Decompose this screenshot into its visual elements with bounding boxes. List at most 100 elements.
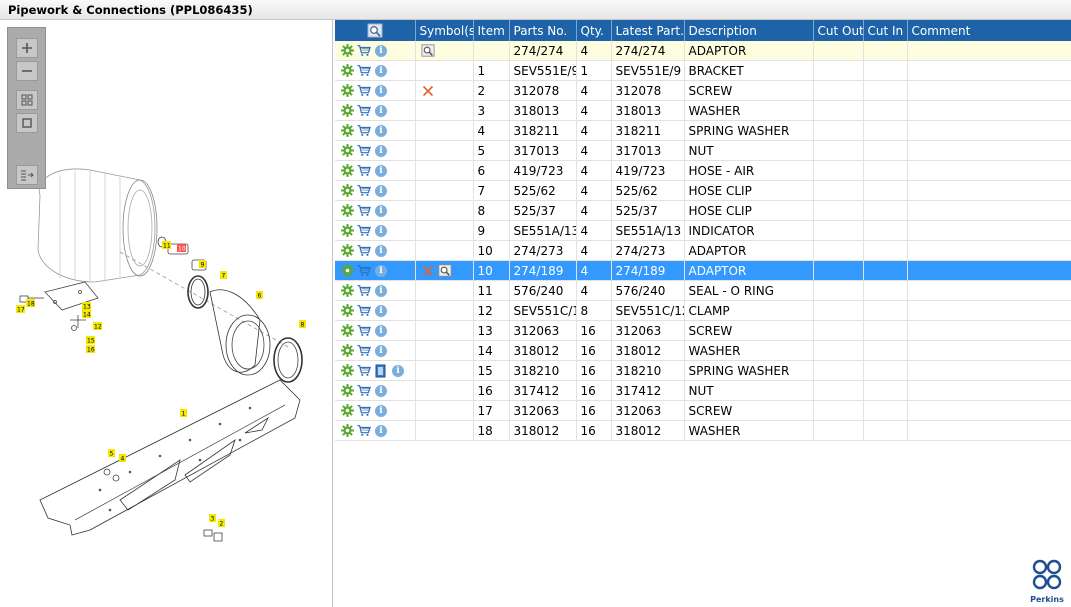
gear-icon[interactable] [340,384,354,398]
shopping-cart-icon[interactable] [357,64,371,78]
gear-icon[interactable] [340,364,354,378]
info-icon[interactable]: i [374,404,388,418]
info-icon[interactable]: i [374,264,388,278]
gear-icon[interactable] [340,84,354,98]
shopping-cart-icon[interactable] [357,344,371,358]
shopping-cart-icon[interactable] [357,364,371,378]
info-icon[interactable]: i [374,324,388,338]
gear-icon[interactable] [340,224,354,238]
gear-icon[interactable] [340,344,354,358]
actual-size-icon[interactable] [16,113,38,133]
table-row[interactable]: i 13 312063 16 312063 SCREW [335,320,1071,341]
table-row[interactable]: i 15 318210 16 318210 SPRING WASHER [335,360,1071,381]
shopping-cart-icon[interactable] [357,124,371,138]
callout-17[interactable]: 17 [16,305,25,314]
cut-out-column-header[interactable]: Cut Out [813,20,864,41]
gear-icon[interactable] [340,64,354,78]
table-row[interactable]: i 3 318013 4 318013 WASHER [335,100,1071,121]
table-row[interactable]: i 8 525/37 4 525/37 HOSE CLIP [335,200,1071,221]
shopping-cart-icon[interactable] [357,224,371,238]
comment-column-header[interactable]: Comment [907,20,1071,41]
shopping-cart-icon[interactable] [357,244,371,258]
fit-page-icon[interactable] [16,90,38,110]
info-icon[interactable]: i [374,304,388,318]
gear-icon[interactable] [340,244,354,258]
table-row[interactable]: i 6 419/723 4 419/723 HOSE - AIR [335,160,1071,181]
shopping-cart-icon[interactable] [357,264,371,278]
table-row[interactable]: i 4 318211 4 318211 SPRING WASHER [335,120,1071,141]
actions-column-header[interactable] [335,20,416,41]
zoom-out-icon[interactable] [16,61,38,81]
callout-5[interactable]: 5 [108,449,115,458]
info-icon[interactable]: i [374,64,388,78]
callout-7[interactable]: 7 [220,271,227,280]
info-icon[interactable]: i [374,244,388,258]
callout-12[interactable]: 12 [93,322,102,331]
shopping-cart-icon[interactable] [357,384,371,398]
info-icon[interactable]: i [374,124,388,138]
shopping-cart-icon[interactable] [357,144,371,158]
info-icon[interactable]: i [374,344,388,358]
document-icon[interactable] [374,364,388,378]
gear-icon[interactable] [340,304,354,318]
callout-8[interactable]: 8 [299,320,306,329]
shopping-cart-icon[interactable] [357,164,371,178]
info-icon[interactable]: i [374,144,388,158]
gear-icon[interactable] [340,284,354,298]
table-row[interactable]: i 16 317412 16 317412 NUT [335,380,1071,401]
table-row[interactable]: i 11 576/240 4 576/240 SEAL - O RING [335,280,1071,301]
parts-no-column-header[interactable]: Parts No. [509,20,577,41]
callout-16[interactable]: 16 [86,345,95,354]
magnifier-icon[interactable] [437,264,452,278]
callout-4[interactable]: 4 [119,454,126,463]
magnifier-icon[interactable] [367,23,383,38]
gear-icon[interactable] [340,204,354,218]
cut-in-column-header[interactable]: Cut In [863,20,908,41]
callout-10[interactable]: 10 [177,244,186,253]
diagram-panel[interactable]: 1 2 3 4 5 6 7 8 9 10 11 12 13 14 15 16 1… [0,20,333,607]
gear-icon[interactable] [340,104,354,118]
shopping-cart-icon[interactable] [357,284,371,298]
gear-icon[interactable] [340,164,354,178]
info-icon[interactable]: i [374,84,388,98]
table-row[interactable]: i 17 312063 16 312063 SCREW [335,400,1071,421]
shopping-cart-icon[interactable] [357,84,371,98]
info-icon[interactable]: i [374,284,388,298]
gear-icon[interactable] [340,44,354,58]
gear-icon[interactable] [340,124,354,138]
callout-9[interactable]: 9 [199,260,206,269]
item-column-header[interactable]: Item [473,20,510,41]
table-row[interactable]: i 10 274/189 4 274/189 ADAPTOR [335,260,1071,281]
gear-icon[interactable] [340,144,354,158]
gear-icon[interactable] [340,424,354,438]
shopping-cart-icon[interactable] [357,324,371,338]
callout-3[interactable]: 3 [209,514,216,523]
qty-column-header[interactable]: Qty. [576,20,612,41]
table-row[interactable]: i 14 318012 16 318012 WASHER [335,340,1071,361]
info-icon[interactable]: i [374,204,388,218]
shopping-cart-icon[interactable] [357,404,371,418]
shopping-cart-icon[interactable] [357,184,371,198]
table-row[interactable]: i 12 SEV551C/12 8 SEV551C/12 CLAMP [335,300,1071,321]
table-row[interactable]: i 10 274/273 4 274/273 ADAPTOR [335,240,1071,261]
info-icon[interactable]: i [374,184,388,198]
toggle-list-icon[interactable] [16,165,38,185]
gear-icon[interactable] [340,184,354,198]
table-row[interactable]: i 274/274 4 274/274 ADAPTOR [335,41,1071,61]
gear-icon[interactable] [340,404,354,418]
callout-14[interactable]: 14 [82,310,91,319]
info-icon[interactable]: i [374,164,388,178]
gear-icon[interactable] [340,264,354,278]
callout-1[interactable]: 1 [180,409,187,418]
shopping-cart-icon[interactable] [357,44,371,58]
table-row[interactable]: i 18 318012 16 318012 WASHER [335,420,1071,441]
symbols-column-header[interactable]: Symbol(s) [415,20,474,41]
table-row[interactable]: i 1 SEV551E/9 1 SEV551E/9 BRACKET [335,60,1071,81]
description-column-header[interactable]: Description [684,20,814,41]
shopping-cart-icon[interactable] [357,104,371,118]
callout-18[interactable]: 18 [26,299,35,308]
shopping-cart-icon[interactable] [357,424,371,438]
info-icon[interactable]: i [374,44,388,58]
info-icon[interactable]: i [374,384,388,398]
info-icon[interactable]: i [391,364,405,378]
